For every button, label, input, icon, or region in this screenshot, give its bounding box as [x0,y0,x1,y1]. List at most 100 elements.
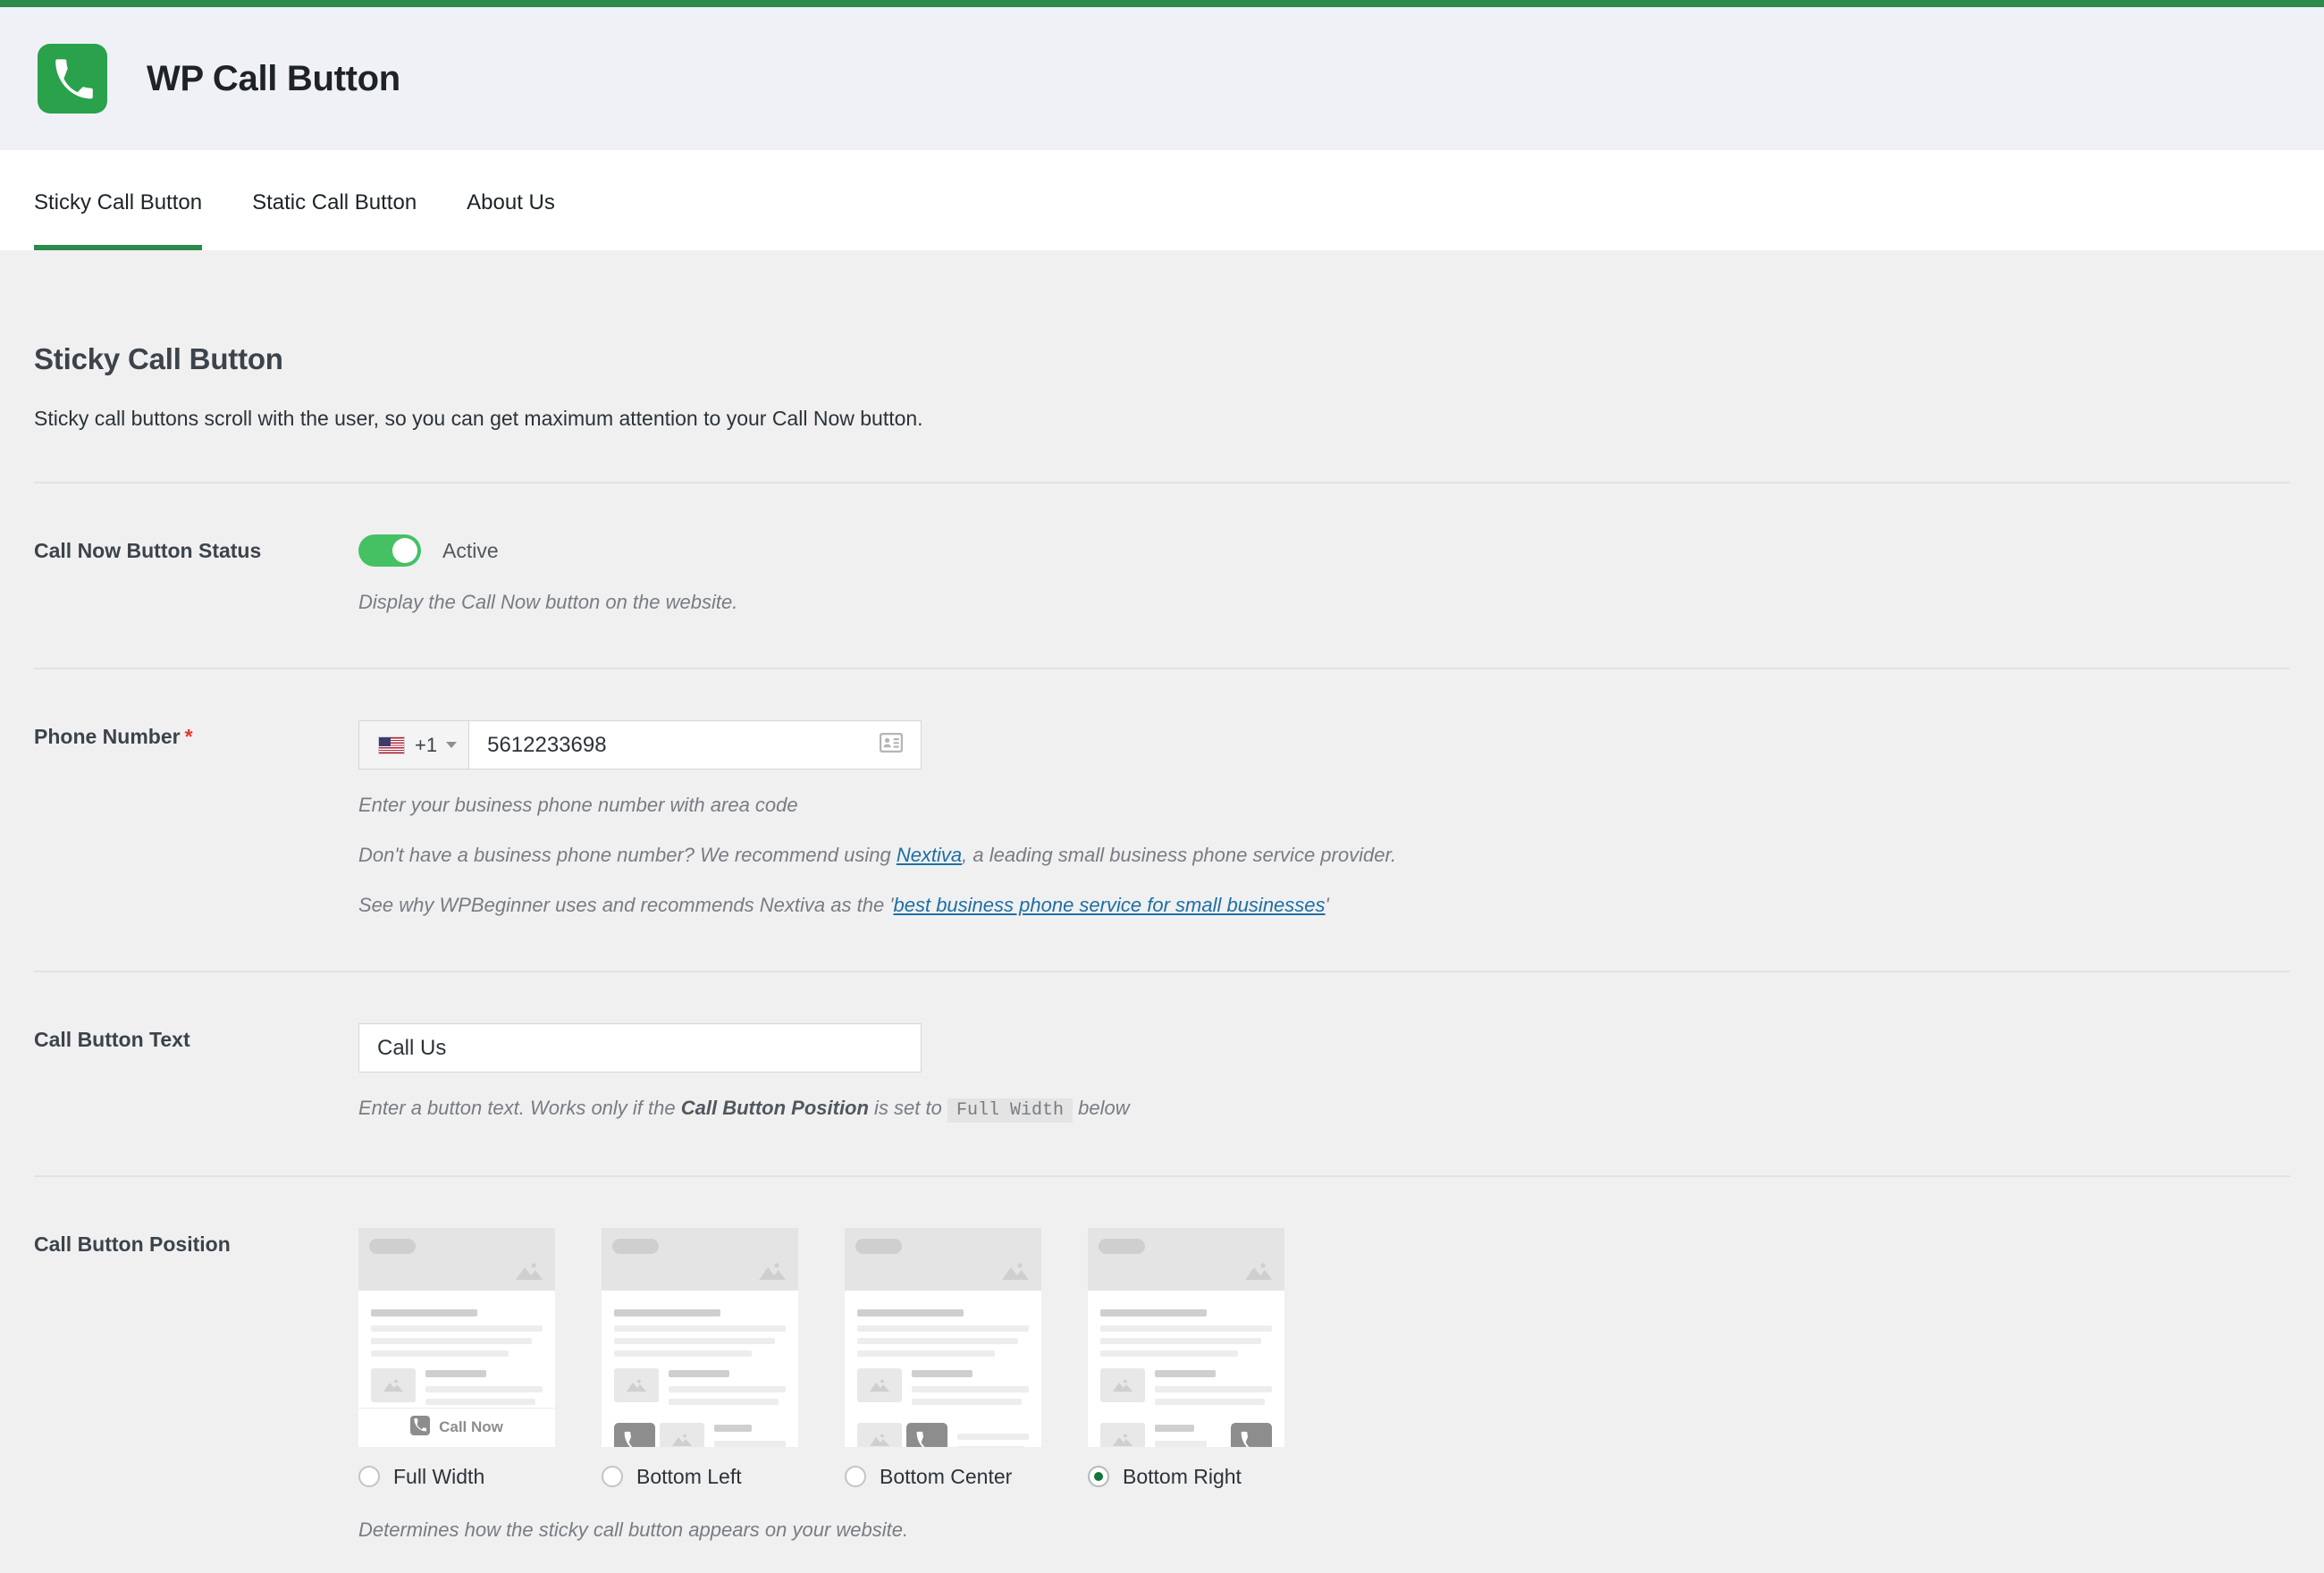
mountain-image-icon [857,1422,902,1447]
radio-label-full-width: Full Width [393,1464,485,1488]
help-cbt-part2: is set to [868,1097,947,1120]
radio-row-bottom-left[interactable]: Bottom Left [602,1465,798,1489]
preview-body [1088,1291,1284,1447]
preview-media-block [1100,1367,1272,1411]
radio-bottom-center[interactable] [845,1466,866,1488]
call-now-status-toggle[interactable] [358,534,421,567]
position-option-bottom-center[interactable]: Bottom Center [845,1227,1041,1489]
help-nextiva-recommendation: Don't have a business phone number? We r… [358,841,2290,870]
preview-text-line [1100,1350,1238,1357]
best-business-phone-service-link[interactable]: best business phone service for small bu… [894,894,1326,916]
preview-card-bottom-left [602,1227,798,1447]
preview-logo-pill [855,1238,902,1254]
preview-text-line [912,1385,1029,1392]
label-call-now-button-status: Call Now Button Status [34,539,262,562]
preview-header [845,1227,1041,1291]
mountain-image-icon [614,1367,659,1402]
help-phone-number: Enter your business phone number with ar… [358,794,798,817]
preview-logo-pill [612,1238,659,1254]
mountain-image-icon [514,1261,544,1285]
preview-media-block [371,1367,543,1411]
country-code-label: +1 [415,733,438,756]
preview-heading-line [614,1308,721,1316]
preview-card-bottom-right [1088,1227,1284,1447]
preview-text-line [857,1350,995,1357]
preview-text-line [371,1337,533,1344]
tab-static-call-button[interactable]: Static Call Button [252,150,417,250]
preview-heading-line [669,1369,730,1377]
preview-text-line [425,1398,536,1405]
help-wpbeginner-part1: See why WPBeginner uses and recommends N… [358,894,894,917]
preview-header [602,1227,798,1291]
row-call-now-button-status: Call Now Button Status Active Display th… [34,484,2290,617]
mountain-image-icon [757,1261,787,1285]
radio-row-bottom-center[interactable]: Bottom Center [845,1465,1041,1489]
preview-heading-line [912,1369,973,1377]
toggle-state-label: Active [442,538,499,562]
preview-call-now-label: Call Now [439,1418,503,1436]
radio-label-bottom-center: Bottom Center [880,1464,1013,1488]
preview-text-line [1155,1440,1207,1447]
phone-icon [906,1422,947,1447]
tab-sticky-call-button[interactable]: Sticky Call Button [34,150,203,250]
preview-text-line [1155,1385,1272,1392]
position-option-bottom-left[interactable]: Bottom Left [602,1227,798,1489]
label-phone-number-text: Phone Number [34,725,181,749]
label-phone-number: Phone Number * [34,720,358,749]
preview-text-line [957,1433,1029,1440]
phone-number-input[interactable] [469,731,880,759]
call-button-text-input[interactable] [358,1023,922,1073]
required-asterisk: * [184,725,193,749]
radio-full-width[interactable] [358,1466,380,1488]
radio-label-bottom-right: Bottom Right [1123,1464,1242,1488]
radio-bottom-left[interactable] [602,1466,623,1488]
row-call-button-position: Call Button Position Call Now Full Width… [34,1177,2290,1544]
phone-icon [614,1422,655,1447]
country-code-selector[interactable]: +1 [359,721,470,770]
radio-row-full-width[interactable]: Full Width [358,1465,555,1489]
preview-heading-line [857,1308,964,1316]
help-cbt-bold: Call Button Position [680,1097,869,1120]
preview-call-now-bar: Call Now [358,1407,555,1447]
preview-text-line [857,1337,1019,1344]
help-call-button-position: Determines how the sticky call button ap… [358,1518,909,1541]
position-option-bottom-right[interactable]: Bottom Right [1088,1227,1284,1489]
contact-card-icon[interactable] [879,732,904,757]
preview-heading-line [371,1308,478,1316]
help-call-button-text: Enter a button text. Works only if the C… [358,1094,2290,1123]
chevron-down-icon [446,742,458,749]
mountain-image-icon [1000,1261,1031,1285]
position-option-full-width[interactable]: Call Now Full Width [358,1227,555,1489]
nextiva-link[interactable]: Nextiva [897,844,962,866]
section-title: Sticky Call Button [34,342,283,375]
preview-card-bottom-center [845,1227,1041,1447]
help-cbt-part1: Enter a button text. Works only if the [358,1097,681,1120]
help-call-now-button-status: Display the Call Now button on the websi… [358,591,738,613]
preview-text-line [614,1350,752,1357]
tab-about-us[interactable]: About Us [467,150,555,250]
mountain-image-icon [371,1367,416,1402]
preview-text-line [1155,1398,1266,1405]
preview-text-line [614,1337,776,1344]
preview-body [845,1291,1041,1447]
label-call-button-position: Call Button Position [34,1232,231,1256]
radio-row-bottom-right[interactable]: Bottom Right [1088,1465,1284,1489]
mountain-image-icon [1100,1422,1145,1447]
help-wpbeginner-recommendation: See why WPBeginner uses and recommends N… [358,891,2290,920]
mountain-image-icon [660,1422,704,1447]
phone-icon [410,1415,431,1440]
phone-number-input-group: +1 [358,720,922,770]
page-title: WP Call Button [147,58,400,98]
preview-media-block [1100,1422,1272,1447]
mountain-image-icon [1100,1367,1145,1402]
preview-media-block [857,1422,1029,1447]
tab-bar: Sticky Call Button Static Call Button Ab… [0,150,2324,250]
preview-text-line [857,1325,1029,1332]
preview-media-block [614,1422,786,1447]
preview-text-line [1100,1325,1272,1332]
radio-bottom-right[interactable] [1088,1466,1109,1488]
radio-label-bottom-left: Bottom Left [636,1464,742,1488]
preview-text-line [1100,1337,1262,1344]
toggle-knob [392,538,417,563]
row-call-button-text: Call Button Text Enter a button text. Wo… [34,972,2290,1123]
